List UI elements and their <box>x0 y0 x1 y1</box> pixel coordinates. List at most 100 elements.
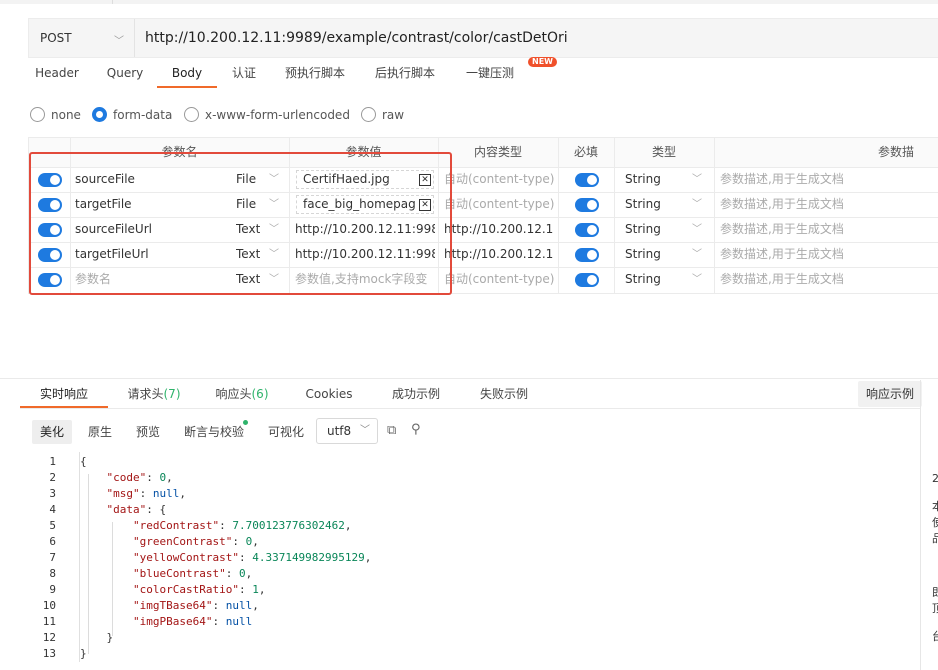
description-input[interactable]: 参数描述,用于生成文档 <box>720 242 920 267</box>
json-value: null <box>152 487 180 500</box>
json-value: null <box>225 599 253 612</box>
chevron-down-icon: ﹀ <box>360 425 370 436</box>
radio-label: none <box>51 107 81 122</box>
line-number: 11 <box>42 615 56 628</box>
required-toggle[interactable] <box>575 248 599 262</box>
tab-success-example[interactable]: 成功示例 <box>384 380 448 408</box>
content-type-input[interactable]: 自动(content-type) <box>444 167 556 192</box>
radio-form-data[interactable]: form-data <box>92 107 172 122</box>
content-type-input[interactable]: http://10.200.12.1 <box>444 217 554 242</box>
tab-fail-example[interactable]: 失败示例 <box>470 380 538 408</box>
tab-label: 响应头 <box>215 387 252 401</box>
tab-live-response[interactable]: 实时响应 <box>20 380 108 408</box>
request-tabs: Header Query Body 认证 预执行脚本 后执行脚本 一键压测 NE… <box>28 57 728 88</box>
tab-cookies[interactable]: Cookies <box>298 380 360 408</box>
method-value: POST <box>40 31 72 45</box>
response-example-button[interactable]: 响应示例 <box>858 381 922 407</box>
header-required: 必填 <box>573 145 598 159</box>
highlight-box <box>29 152 452 295</box>
tab-label: 请求头 <box>127 387 164 401</box>
line-number: 12 <box>42 631 56 644</box>
tab-pre-script[interactable]: 预执行脚本 <box>277 60 353 88</box>
chevron-down-icon: ﹀ <box>692 199 702 210</box>
json-value: 7.700123776302462 <box>232 519 345 532</box>
line-number: 10 <box>42 599 56 612</box>
clipped-text: 2 <box>932 472 938 485</box>
code-line: "colorCastRatio": 1, <box>132 583 266 596</box>
tab-response-headers[interactable]: 响应头(6) <box>208 380 276 408</box>
tab-post-script[interactable]: 后执行脚本 <box>367 60 443 88</box>
radio-urlencoded[interactable]: x-www-form-urlencoded <box>184 107 350 122</box>
line-number: 5 <box>49 519 56 532</box>
radio-circle <box>361 107 376 122</box>
new-badge: NEW <box>528 57 557 67</box>
clipped-text: 即 <box>932 586 938 599</box>
code-line: "greenContrast": 0, <box>132 535 259 548</box>
content-type-input[interactable]: 自动(content-type) <box>444 267 556 292</box>
clipped-text: 使 <box>932 516 938 529</box>
url-input[interactable]: http://10.200.12.11:9989/example/contras… <box>145 19 568 57</box>
type-select[interactable]: String <box>625 267 661 292</box>
code-line: "imgTBase64": null, <box>132 599 259 612</box>
json-value: 0 <box>238 567 246 580</box>
header-description: 参数描 <box>878 145 915 159</box>
content-type-input[interactable]: http://10.200.12.1 <box>444 242 554 267</box>
required-toggle[interactable] <box>575 198 599 212</box>
panel-divider <box>920 380 921 670</box>
description-input[interactable]: 参数描述,用于生成文档 <box>720 217 920 242</box>
tab-header[interactable]: Header <box>28 60 86 88</box>
line-number: 4 <box>49 503 56 516</box>
tab-visualize[interactable]: 可视化 <box>260 420 312 444</box>
radio-label: raw <box>382 107 405 122</box>
divider <box>20 408 920 409</box>
code-line: "blueContrast": 0, <box>132 567 253 580</box>
encoding-select[interactable]: utf8 ﹀ <box>316 418 378 444</box>
search-icon[interactable]: ⚲ <box>411 423 421 437</box>
type-select[interactable]: String <box>625 242 661 267</box>
required-toggle[interactable] <box>575 273 599 287</box>
radio-raw[interactable]: raw <box>361 107 404 122</box>
json-value: 0 <box>245 535 253 548</box>
header-content-type: 内容类型 <box>473 145 522 159</box>
description-input[interactable]: 参数描述,用于生成文档 <box>720 192 920 217</box>
chevron-down-icon: ﹀ <box>692 224 702 235</box>
line-number: 2 <box>49 471 56 484</box>
code-line: "imgPBase64": null <box>132 615 253 628</box>
radio-none[interactable]: none <box>30 107 81 122</box>
content-type-input[interactable]: 自动(content-type) <box>444 192 556 217</box>
divider <box>0 378 938 379</box>
tab-auth[interactable]: 认证 <box>225 60 263 88</box>
json-value: 0 <box>159 471 167 484</box>
json-value: 1 <box>252 583 259 596</box>
tab-query[interactable]: Query <box>98 60 152 88</box>
chevron-down-icon: ﹀ <box>114 36 124 47</box>
top-strip <box>0 0 938 4</box>
url-bar: POST ﹀ http://10.200.12.11:9989/example/… <box>28 18 938 58</box>
tab-assertions[interactable]: 断言与校验 <box>176 420 252 444</box>
required-toggle[interactable] <box>575 223 599 237</box>
tab-preview[interactable]: 预览 <box>128 420 168 444</box>
clipped-text: 顶 <box>932 602 938 615</box>
description-input[interactable]: 参数描述,用于生成文档 <box>720 167 920 192</box>
clipped-text: 品 <box>932 532 938 545</box>
type-select[interactable]: String <box>625 192 661 217</box>
method-select[interactable]: POST ﹀ <box>29 19 135 57</box>
type-select[interactable]: String <box>625 167 661 192</box>
tab-pretty[interactable]: 美化 <box>32 420 73 444</box>
radio-circle <box>30 107 45 122</box>
line-number: 9 <box>49 583 56 596</box>
chevron-down-icon: ﹀ <box>692 274 702 285</box>
tab-body[interactable]: Body <box>157 60 217 88</box>
type-select[interactable]: String <box>625 217 661 242</box>
copy-icon[interactable]: ⧉ <box>387 424 396 438</box>
body-mode-options: none form-data x-www-form-urlencoded raw <box>28 104 628 126</box>
line-number: 13 <box>42 647 56 660</box>
line-number: 3 <box>49 487 56 500</box>
tab-load-test[interactable]: 一键压测 <box>459 60 521 88</box>
required-toggle[interactable] <box>575 173 599 187</box>
code-line: "redContrast": 7.700123776302462, <box>132 519 352 532</box>
tab-request-headers[interactable]: 请求头(7) <box>120 380 188 408</box>
description-input[interactable]: 参数描述,用于生成文档 <box>720 267 920 292</box>
code-line: "yellowContrast": 4.337149982995129, <box>132 551 372 564</box>
tab-raw[interactable]: 原生 <box>80 420 120 444</box>
